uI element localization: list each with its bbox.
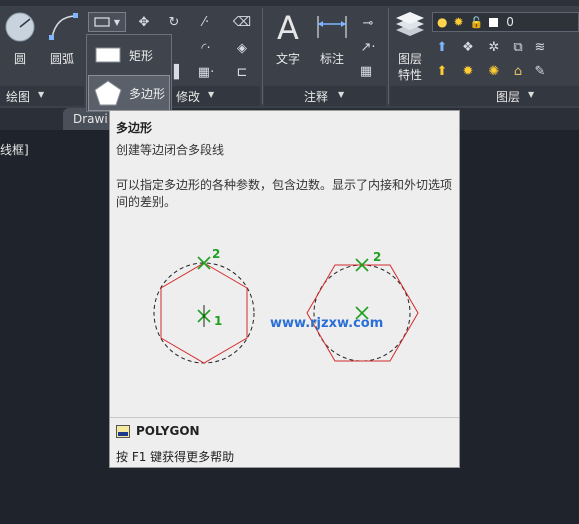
marker-label-2-left: 2	[212, 247, 221, 261]
panel-separator	[388, 8, 389, 104]
layer-properties-label-2: 特性	[398, 68, 423, 82]
annotation-panel-footer[interactable]: 注释 ▼	[264, 86, 386, 106]
draw-panel-footer[interactable]: 绘图 ▼	[0, 86, 84, 106]
chevron-down-icon: ▼	[528, 90, 535, 99]
layer-stack-icon	[396, 12, 424, 36]
tooltip-command-name: POLYGON	[136, 424, 200, 438]
circle-label: 圆	[14, 52, 27, 66]
menu-bar	[0, 0, 579, 6]
layer-name: 0	[506, 15, 514, 29]
chevron-down-icon: ▼	[113, 17, 121, 27]
scale-icon[interactable]: ▌	[172, 62, 186, 82]
flyout-polygon-label: 多边形	[129, 86, 166, 101]
circle-button[interactable]: 圆	[2, 10, 38, 68]
tooltip-divider	[110, 417, 459, 418]
text-icon: A	[277, 9, 299, 47]
modify-panel-title: 修改	[176, 90, 201, 104]
bulb-icon: ●	[437, 15, 448, 29]
layer-tool-3-icon[interactable]: ✲	[484, 38, 504, 56]
tooltip-details: 可以指定多边形的各种参数，包含边数。显示了内接和外切选项间的差别。	[116, 178, 453, 209]
chevron-down-icon: ▼	[208, 90, 215, 99]
chevron-down-icon: ▼	[338, 90, 345, 99]
polygon-icon	[94, 80, 122, 106]
tooltip-help-hint: 按 F1 键获得更多帮助	[116, 450, 235, 464]
layer-tool-10-icon[interactable]: ✎	[530, 62, 550, 80]
modify-panel-footer[interactable]: 修改 ▼	[172, 86, 260, 106]
layer-tool-7-icon[interactable]: ✹	[458, 62, 478, 80]
flyout-rectangle-label: 矩形	[129, 48, 154, 63]
text-button[interactable]: A 文字	[268, 10, 308, 68]
layer-tool-1-icon[interactable]: ⬆	[432, 38, 452, 56]
marker-label-1: 1	[214, 314, 223, 328]
layer-tool-5-icon[interactable]: ≋	[530, 38, 550, 56]
arc-button[interactable]: 圆弧	[46, 10, 82, 68]
layers-panel-title: 图层	[496, 90, 521, 104]
rectangle-icon	[95, 47, 121, 63]
trim-icon[interactable]: ⁄·	[194, 12, 218, 32]
table-icon[interactable]: ▦	[356, 62, 376, 80]
array-icon[interactable]: ▦·	[194, 62, 218, 82]
explode-icon[interactable]: ◈	[232, 38, 252, 58]
stretch-icon[interactable]: ⊏	[232, 62, 252, 82]
dimension-button[interactable]: 标注	[312, 10, 352, 68]
polygon-illustration	[153, 256, 419, 364]
command-icon	[116, 425, 130, 438]
dimension-label: 标注	[320, 52, 345, 66]
tooltip-description: 创建等边闭合多段线	[116, 143, 225, 157]
flyout-item-polygon[interactable]: 多边形	[88, 75, 170, 111]
layer-properties-label-1: 图层	[398, 52, 423, 66]
dimension-icon	[317, 16, 347, 38]
chevron-down-icon: ▼	[38, 90, 45, 99]
command-line-fragment: 线框]	[0, 143, 29, 157]
layer-tool-6-icon[interactable]: ⬆	[432, 62, 452, 80]
draw-panel-title: 绘图	[6, 90, 31, 104]
leader-icon[interactable]: ⊸	[356, 14, 380, 32]
tooltip-title: 多边形	[116, 121, 153, 135]
annotation-panel-title: 注释	[304, 90, 329, 104]
layers-panel-footer[interactable]: 图层 ▼	[390, 86, 579, 106]
rotate-icon[interactable]: ↻	[164, 12, 184, 32]
text-label: 文字	[276, 52, 301, 66]
circle-icon	[5, 12, 35, 42]
layer-dropdown[interactable]: ● ✹ 🔓 0	[432, 12, 579, 32]
panel-separator	[262, 8, 263, 104]
multileader-icon[interactable]: ↗·	[356, 38, 380, 56]
flyout-item-rectangle[interactable]: 矩形	[89, 38, 169, 72]
arc-icon	[49, 13, 78, 40]
layer-properties-button[interactable]: 图层 特性	[392, 10, 428, 82]
layer-tool-9-icon[interactable]: ⌂	[508, 62, 528, 80]
rectangle-icon	[94, 17, 110, 27]
rectangle-split-button[interactable]: ▼	[88, 12, 126, 32]
fillet-icon[interactable]: ◜·	[194, 38, 218, 58]
erase-icon[interactable]: ⌫	[232, 12, 252, 32]
lock-icon: 🔓	[469, 15, 484, 29]
marker-label-2-right: 2	[373, 250, 382, 264]
layer-tool-8-icon[interactable]: ✺	[484, 62, 504, 80]
rectangle-polygon-flyout: 矩形 多边形	[86, 34, 172, 112]
layer-tool-4-icon[interactable]: ⧉	[508, 38, 528, 56]
color-swatch-icon	[489, 17, 499, 27]
polygon-tooltip: 多边形 创建等边闭合多段线 可以指定多边形的各种参数，包含边数。显示了内接和外切…	[109, 110, 460, 468]
sun-icon: ✹	[453, 15, 464, 29]
arc-label: 圆弧	[50, 52, 75, 66]
layer-tool-2-icon[interactable]: ❖	[458, 38, 478, 56]
watermark-text: www.rjzxw.com	[270, 316, 384, 331]
move-icon[interactable]: ✥	[134, 12, 154, 32]
